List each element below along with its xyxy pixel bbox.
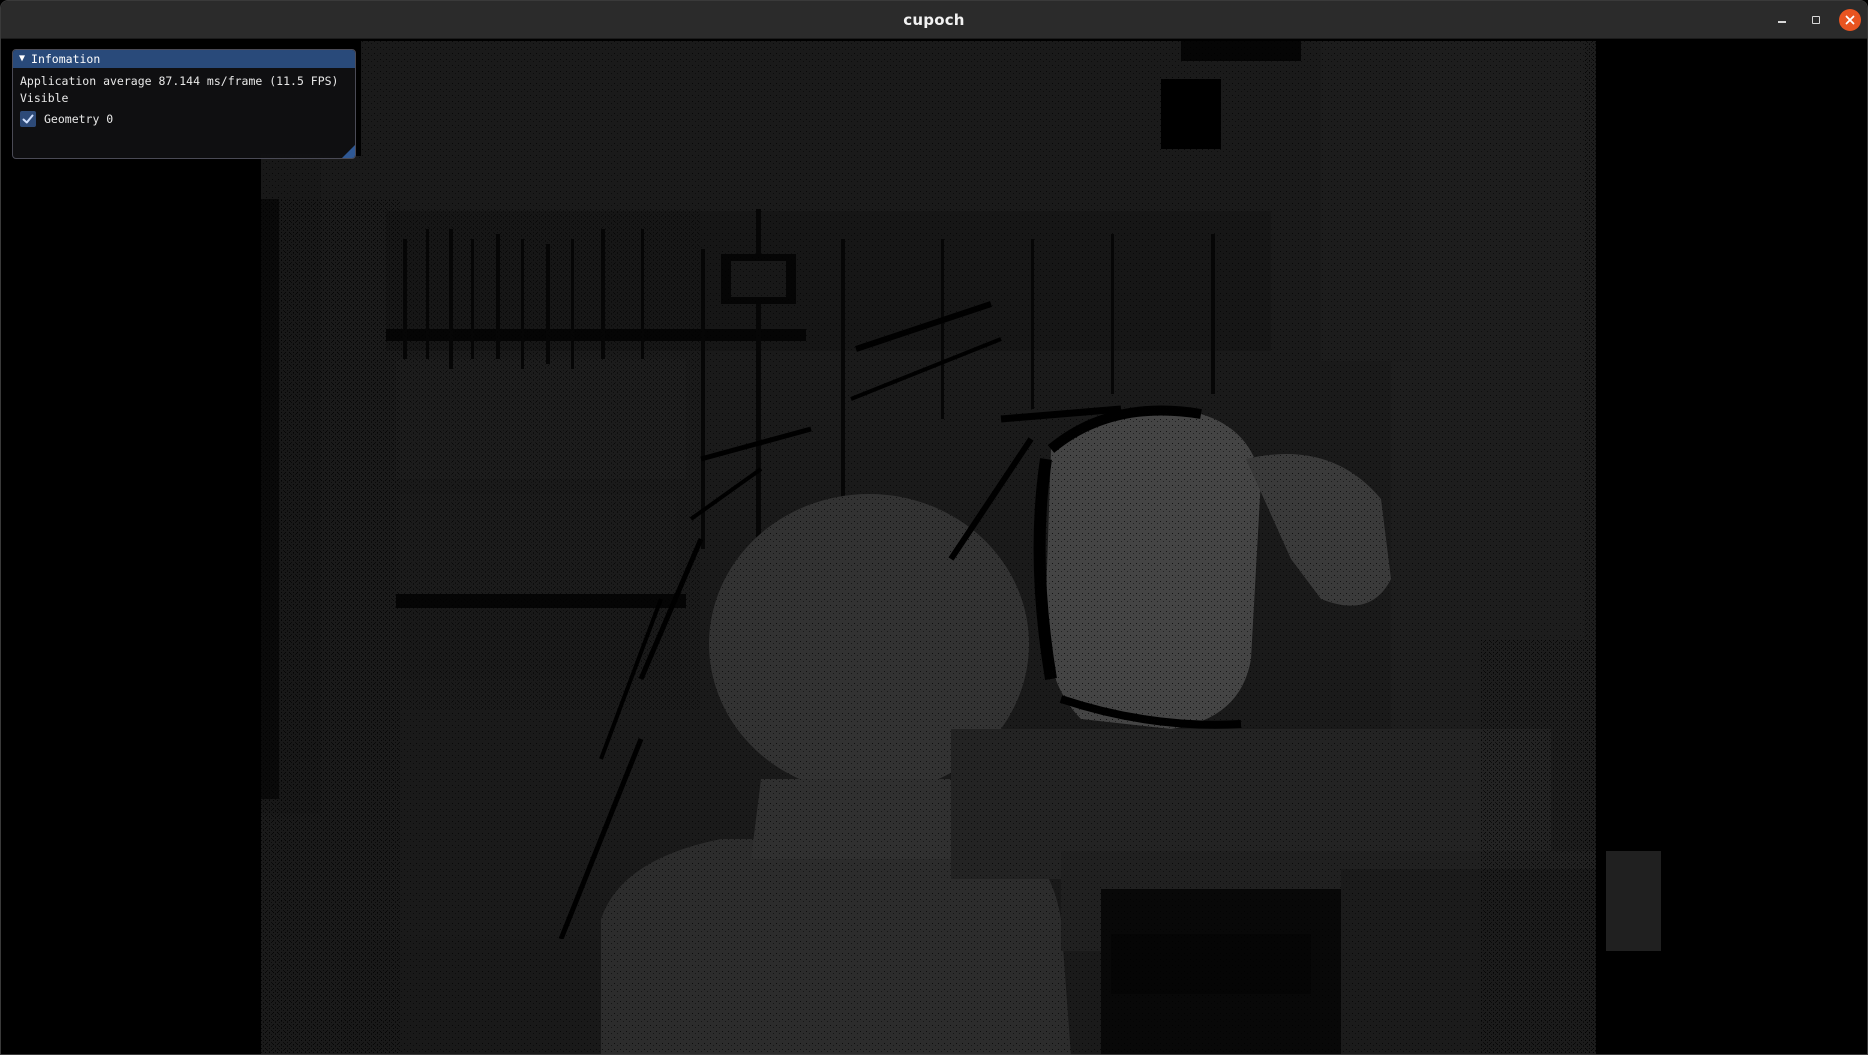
maximize-button[interactable] bbox=[1805, 9, 1827, 31]
close-button[interactable] bbox=[1839, 9, 1861, 31]
resize-grip[interactable] bbox=[342, 145, 355, 158]
info-panel-body: Application average 87.144 ms/frame (11.… bbox=[13, 68, 355, 135]
depth-image bbox=[261, 41, 1661, 1054]
visible-label: Visible bbox=[20, 91, 69, 105]
app-window: cupoch ▼ Infomation Application average … bbox=[0, 0, 1868, 1055]
geometry-checkbox-row[interactable]: Geometry 0 bbox=[20, 108, 348, 130]
info-panel: ▼ Infomation Application average 87.144 … bbox=[12, 49, 356, 159]
info-panel-header[interactable]: ▼ Infomation bbox=[13, 50, 355, 68]
fps-text: Application average 87.144 ms/frame (11.… bbox=[20, 74, 339, 88]
checkmark-icon bbox=[22, 114, 34, 124]
close-icon bbox=[1845, 15, 1855, 25]
render-viewport[interactable] bbox=[1, 39, 1867, 1054]
triangle-down-icon[interactable]: ▼ bbox=[19, 54, 25, 64]
minimize-button[interactable] bbox=[1771, 9, 1793, 31]
window-title: cupoch bbox=[903, 10, 965, 29]
geometry-checkbox[interactable] bbox=[20, 111, 36, 127]
geometry-label: Geometry 0 bbox=[44, 112, 114, 126]
info-panel-title: Infomation bbox=[31, 52, 101, 66]
title-bar[interactable]: cupoch bbox=[1, 1, 1867, 39]
